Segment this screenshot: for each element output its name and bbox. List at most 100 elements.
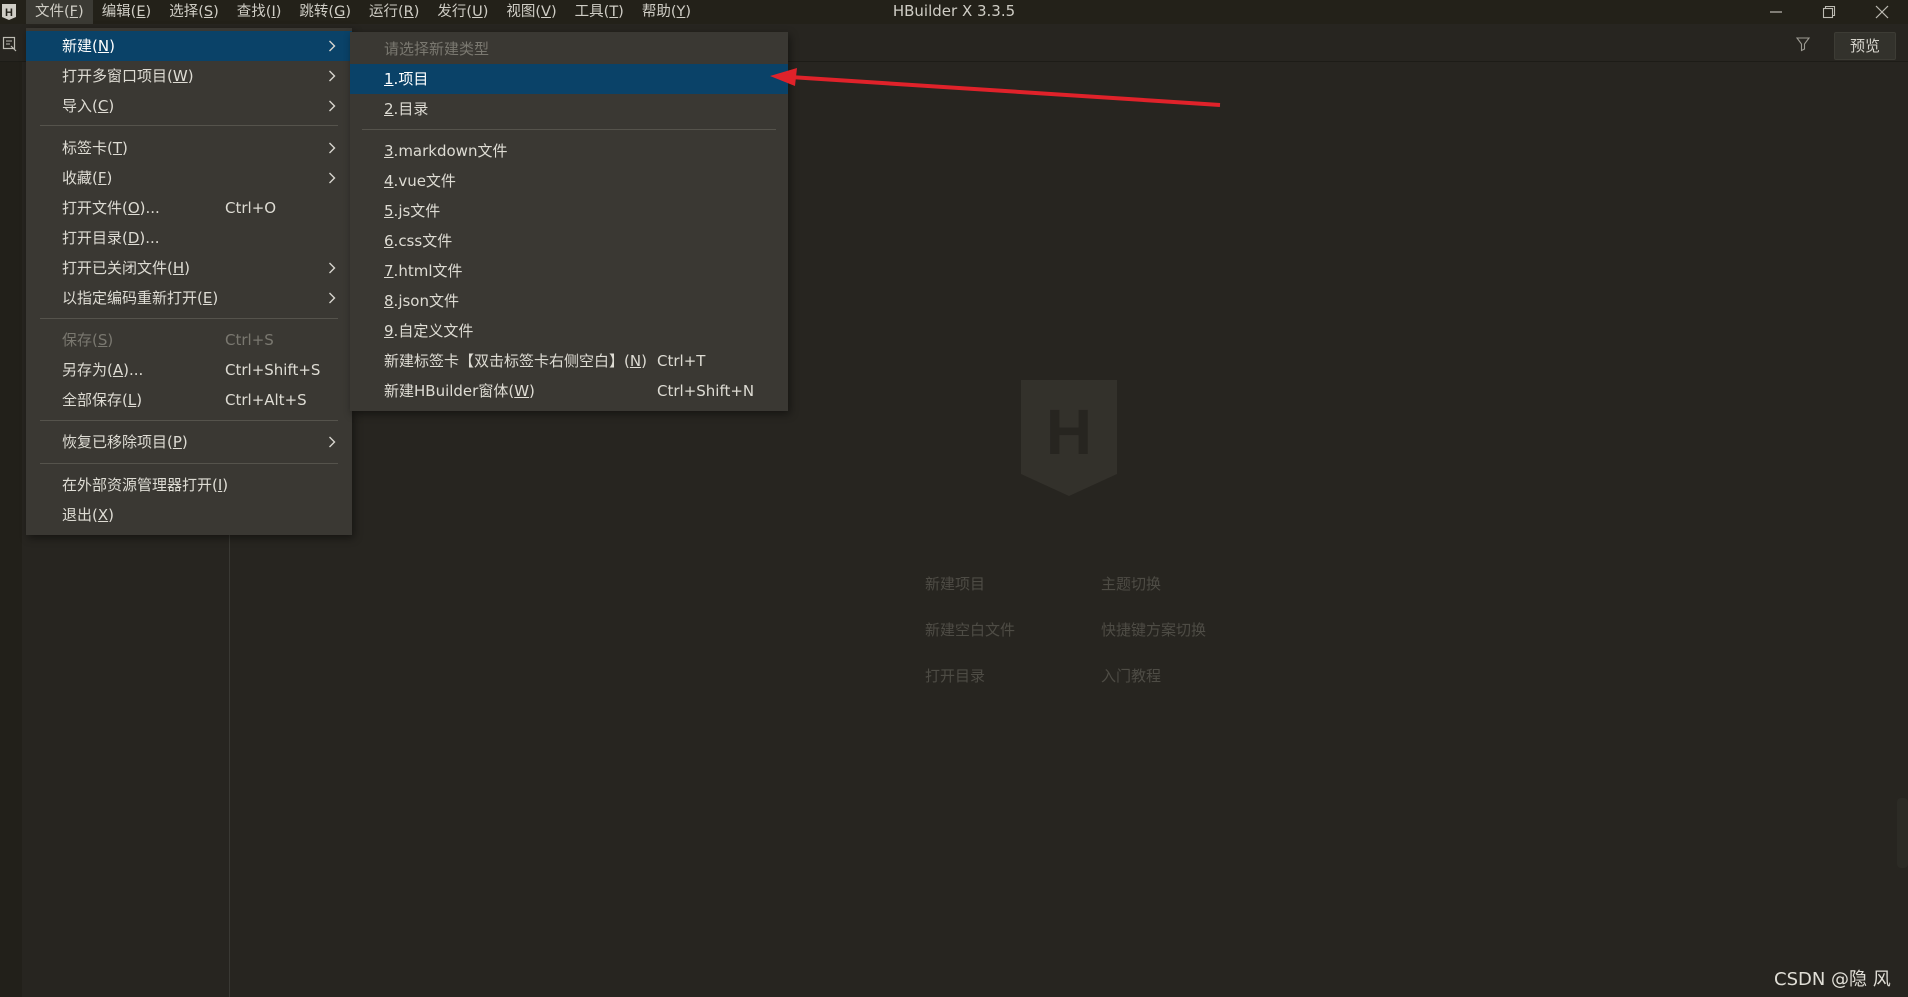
file-menu-item-save-all[interactable]: 全部保存(L) Ctrl+Alt+S bbox=[26, 385, 352, 415]
menu-label-text: .json文件 bbox=[393, 292, 459, 310]
menu-label-text: ) bbox=[618, 4, 624, 20]
access-key: S bbox=[203, 4, 214, 20]
file-menu: 新建(N) 打开多窗口项目(W) 导入(C) 标签卡(T) 收藏(F) 打开文件(O)..… bbox=[26, 28, 352, 535]
menu-label-text: 跳转( bbox=[299, 4, 335, 20]
menu-label-text: 文件( bbox=[35, 4, 70, 20]
file-menu-item-favorites[interactable]: 收藏(F) bbox=[26, 163, 352, 193]
menu-label-text: 标签卡( bbox=[62, 139, 113, 157]
menu-label-text: 视图( bbox=[506, 4, 542, 20]
file-menu-item-open-file[interactable]: 打开文件(O)... Ctrl+O bbox=[26, 193, 352, 223]
close-button[interactable] bbox=[1855, 0, 1908, 24]
menu-separator bbox=[40, 125, 338, 126]
menu-label-text: 选择( bbox=[169, 4, 204, 20]
menu-label-text: ) bbox=[78, 4, 84, 20]
menu-label-text: ) bbox=[212, 289, 219, 307]
access-key: 4 bbox=[384, 172, 394, 190]
access-key: 8 bbox=[384, 292, 394, 310]
menu-label-text: 退出( bbox=[62, 506, 98, 524]
menu-run[interactable]: 运行(R) bbox=[360, 0, 428, 24]
welcome-new-blank-file-link[interactable]: 新建空白文件 bbox=[925, 619, 1015, 640]
menu-label-text: ) bbox=[413, 4, 420, 20]
new-submenu-item-html-file[interactable]: 7.html文件 bbox=[350, 256, 788, 286]
new-submenu-item-js-file[interactable]: 5.js文件 bbox=[350, 196, 788, 226]
menu-label-text: .css文件 bbox=[393, 232, 453, 250]
file-menu-item-save-as[interactable]: 另存为(A)... Ctrl+Shift+S bbox=[26, 355, 352, 385]
menu-publish[interactable]: 发行(U) bbox=[428, 0, 497, 24]
chevron-right-icon bbox=[329, 436, 336, 448]
logo-letter: H bbox=[1046, 396, 1092, 468]
file-menu-item-restore-removed-project[interactable]: 恢复已移除项目(P) bbox=[26, 427, 352, 457]
project-manager-icon[interactable] bbox=[2, 36, 20, 54]
file-menu-item-reopen-with-encoding[interactable]: 以指定编码重新打开(E) bbox=[26, 283, 352, 313]
shortcut-label: Ctrl+T bbox=[657, 352, 706, 370]
filter-icon[interactable] bbox=[1795, 36, 1813, 54]
new-submenu-item-project[interactable]: 1.项目 bbox=[350, 64, 788, 94]
menu-label-text: 新建HBuilder窗体( bbox=[384, 382, 515, 400]
menu-separator bbox=[362, 129, 776, 130]
access-key: D bbox=[127, 229, 140, 247]
menu-find[interactable]: 查找(I) bbox=[228, 0, 291, 24]
new-submenu-item-markdown-file[interactable]: 3.markdown文件 bbox=[350, 136, 788, 166]
new-submenu-item-new-tab[interactable]: 新建标签卡【双击标签卡右侧空白】(N) Ctrl+T bbox=[350, 346, 788, 376]
welcome-open-folder-link[interactable]: 打开目录 bbox=[925, 665, 985, 686]
menu-edit[interactable]: 编辑(E) bbox=[93, 0, 161, 24]
svg-text:H: H bbox=[5, 7, 13, 19]
menu-select[interactable]: 选择(S) bbox=[160, 0, 228, 24]
chevron-right-icon bbox=[329, 70, 336, 82]
menu-goto[interactable]: 跳转(G) bbox=[290, 0, 360, 24]
access-key: F bbox=[97, 169, 107, 187]
menu-tools[interactable]: 工具(T) bbox=[566, 0, 633, 24]
menu-label-text: ) bbox=[345, 4, 351, 20]
menu-file[interactable]: 文件(F) bbox=[26, 0, 93, 24]
menu-label-text: .html文件 bbox=[393, 262, 463, 280]
panel-divider[interactable] bbox=[229, 530, 230, 997]
welcome-theme-switch-link[interactable]: 主题切换 bbox=[1101, 573, 1161, 594]
new-submenu-item-new-window[interactable]: 新建HBuilder窗体(W) Ctrl+Shift+N bbox=[350, 376, 788, 406]
file-menu-item-open-multi-window-project[interactable]: 打开多窗口项目(W) bbox=[26, 61, 352, 91]
chevron-right-icon bbox=[329, 292, 336, 304]
menu-label-text: ) bbox=[275, 4, 282, 20]
menu-label-text: .自定义文件 bbox=[393, 322, 474, 340]
minimap-scrollbar[interactable] bbox=[1897, 798, 1908, 868]
file-menu-item-import[interactable]: 导入(C) bbox=[26, 91, 352, 121]
menu-label-text: 运行( bbox=[368, 4, 404, 20]
menu-separator bbox=[40, 463, 338, 464]
menu-label-text: 打开已关闭文件( bbox=[62, 259, 173, 277]
menu-label-text: 在外部资源管理器打开( bbox=[62, 476, 218, 494]
menu-label-text: .项目 bbox=[393, 70, 429, 88]
preview-button[interactable]: 预览 bbox=[1834, 32, 1896, 60]
file-menu-item-open-closed-file[interactable]: 打开已关闭文件(H) bbox=[26, 253, 352, 283]
file-menu-item-new[interactable]: 新建(N) bbox=[26, 31, 352, 61]
menu-view[interactable]: 视图(V) bbox=[497, 0, 565, 24]
title-bar: H 文件(F) 编辑(E) 选择(S) 查找(I) 跳转(G) 运行(R) 发行(U) 视图(… bbox=[0, 0, 1908, 24]
access-key: F bbox=[69, 4, 79, 20]
new-submenu-item-css-file[interactable]: 6.css文件 bbox=[350, 226, 788, 256]
hbuilder-app-icon[interactable]: H bbox=[0, 2, 18, 22]
access-key: H bbox=[172, 259, 185, 277]
new-submenu-item-json-file[interactable]: 8.json文件 bbox=[350, 286, 788, 316]
minimize-button[interactable] bbox=[1749, 0, 1802, 24]
access-key: R bbox=[403, 4, 414, 20]
file-menu-item-open-folder[interactable]: 打开目录(D)... bbox=[26, 223, 352, 253]
file-menu-item-tab-card[interactable]: 标签卡(T) bbox=[26, 133, 352, 163]
welcome-new-project-link[interactable]: 新建项目 bbox=[925, 573, 985, 594]
menu-label-text: ) bbox=[222, 476, 229, 494]
new-submenu-item-vue-file[interactable]: 4.vue文件 bbox=[350, 166, 788, 196]
menu-label-text: ) bbox=[187, 67, 194, 85]
welcome-keymap-switch-link[interactable]: 快捷键方案切换 bbox=[1101, 619, 1206, 640]
menu-label-text: 恢复已移除项目( bbox=[62, 433, 173, 451]
access-key: N bbox=[97, 37, 110, 55]
menu-help[interactable]: 帮助(Y) bbox=[633, 0, 700, 24]
file-menu-item-open-in-explorer[interactable]: 在外部资源管理器打开(I) bbox=[26, 470, 352, 500]
new-submenu-item-directory[interactable]: 2.目录 bbox=[350, 94, 788, 124]
access-key: E bbox=[136, 4, 146, 20]
file-menu-item-exit[interactable]: 退出(X) bbox=[26, 500, 352, 530]
welcome-tutorial-link[interactable]: 入门教程 bbox=[1101, 665, 1161, 686]
minimize-icon bbox=[1769, 11, 1782, 13]
new-submenu-item-custom-file[interactable]: 9.自定义文件 bbox=[350, 316, 788, 346]
restore-button[interactable] bbox=[1802, 0, 1855, 24]
menu-label-text: ) bbox=[108, 97, 115, 115]
chevron-right-icon bbox=[329, 262, 336, 274]
restore-icon bbox=[1822, 5, 1835, 19]
menu-label-text: 新建标签卡【双击标签卡右侧空白】( bbox=[384, 352, 630, 370]
